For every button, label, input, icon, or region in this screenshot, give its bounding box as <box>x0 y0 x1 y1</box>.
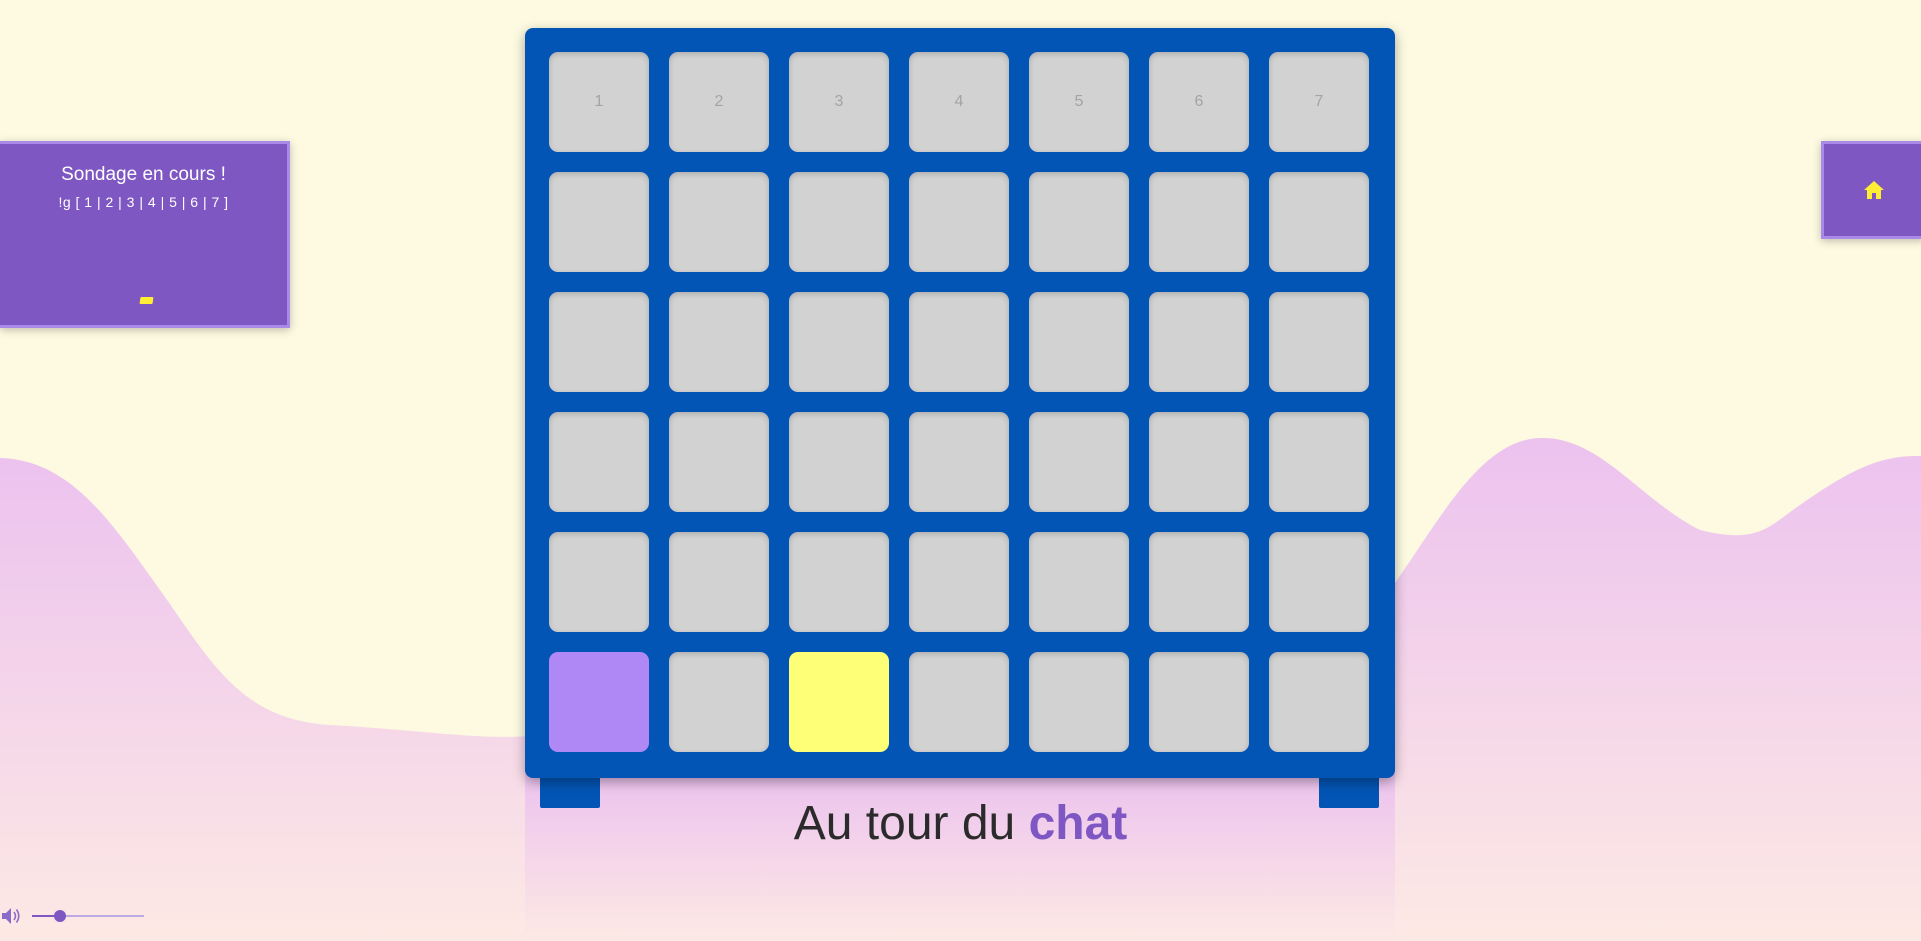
column-header-cell[interactable]: 5 <box>1029 52 1129 152</box>
board-cell[interactable] <box>1149 412 1249 512</box>
board-cell[interactable] <box>669 532 769 632</box>
poll-vote-marker <box>139 297 154 304</box>
poll-title: Sondage en cours ! <box>61 164 226 185</box>
column-header-cell[interactable]: 7 <box>1269 52 1369 152</box>
board-cell[interactable] <box>1029 652 1129 752</box>
turn-indicator: Au tour du chat <box>0 796 1921 851</box>
token-yellow[interactable] <box>789 652 889 752</box>
board-cell[interactable] <box>549 412 649 512</box>
turn-player: chat <box>1028 797 1128 850</box>
board-cell[interactable] <box>909 172 1009 272</box>
board-cell[interactable] <box>909 412 1009 512</box>
board-cell[interactable] <box>1029 172 1129 272</box>
board-cell[interactable] <box>669 412 769 512</box>
board-cell[interactable] <box>789 412 889 512</box>
board-cell[interactable] <box>789 532 889 632</box>
board-cell[interactable] <box>1149 652 1249 752</box>
board-cell[interactable] <box>1029 412 1129 512</box>
board-cell[interactable] <box>669 652 769 752</box>
board-cell[interactable] <box>909 532 1009 632</box>
volume-thumb[interactable] <box>54 910 66 922</box>
board-cell[interactable] <box>549 172 649 272</box>
board-cell[interactable] <box>909 652 1009 752</box>
column-header-cell[interactable]: 1 <box>549 52 649 152</box>
board-cell[interactable] <box>789 292 889 392</box>
board-cell[interactable] <box>1149 292 1249 392</box>
home-button[interactable] <box>1821 141 1921 239</box>
board-cell[interactable] <box>1149 172 1249 272</box>
column-header-cell[interactable]: 3 <box>789 52 889 152</box>
home-icon <box>1864 181 1884 199</box>
token-purple[interactable] <box>549 652 649 752</box>
board-cell[interactable] <box>1269 412 1369 512</box>
speaker-icon[interactable] <box>2 907 22 925</box>
board-cell[interactable] <box>669 292 769 392</box>
board-grid: 1234567 <box>549 52 1369 752</box>
board-cell[interactable] <box>669 172 769 272</box>
column-header-cell[interactable]: 2 <box>669 52 769 152</box>
board-cell[interactable] <box>789 172 889 272</box>
board-cell[interactable] <box>1029 292 1129 392</box>
board-cell[interactable] <box>1029 532 1129 632</box>
board-cell[interactable] <box>1269 172 1369 272</box>
board-cell[interactable] <box>909 292 1009 392</box>
poll-options: !g [ 1 | 2 | 3 | 4 | 5 | 6 | 7 ] <box>58 194 229 210</box>
board-cell[interactable] <box>549 532 649 632</box>
board-cell[interactable] <box>1149 532 1249 632</box>
poll-panel: Sondage en cours ! !g [ 1 | 2 | 3 | 4 | … <box>0 141 290 328</box>
board-cell[interactable] <box>1269 652 1369 752</box>
column-header-cell[interactable]: 4 <box>909 52 1009 152</box>
board-cell[interactable] <box>549 292 649 392</box>
game-board: 1234567 <box>525 28 1395 778</box>
turn-prefix: Au tour du <box>793 797 1016 850</box>
board-cell[interactable] <box>1269 532 1369 632</box>
column-header-cell[interactable]: 6 <box>1149 52 1249 152</box>
volume-slider[interactable] <box>32 906 144 926</box>
board-cell[interactable] <box>1269 292 1369 392</box>
